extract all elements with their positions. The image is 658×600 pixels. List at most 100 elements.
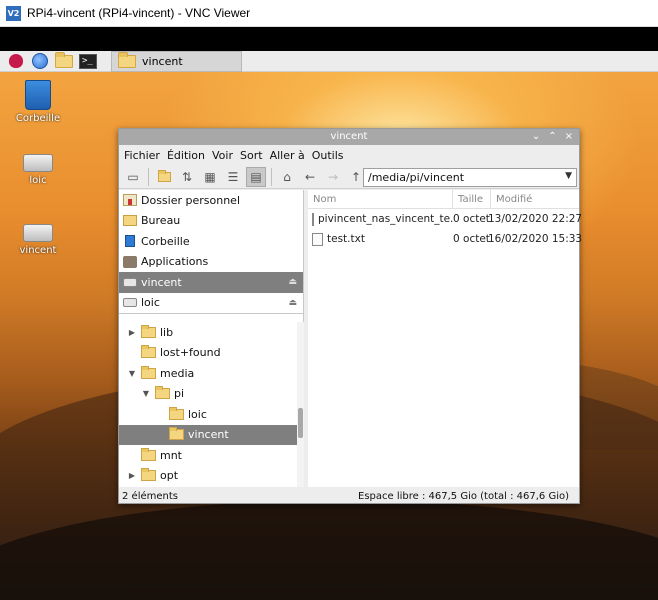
- terminal-icon[interactable]: >_: [78, 52, 98, 70]
- collapse-arrow-icon[interactable]: ▼: [127, 369, 137, 378]
- place-label: Dossier personnel: [141, 193, 241, 207]
- file-size: 0 octet: [453, 233, 490, 245]
- list-view-icon[interactable]: ☰: [223, 167, 243, 187]
- tree-item-label: loic: [188, 407, 207, 421]
- place-corbeille[interactable]: Corbeille: [119, 231, 303, 252]
- window-titlebar[interactable]: vincent ⌄ ⌃ ×: [119, 129, 579, 145]
- path-bar[interactable]: /media/pi/vincent ▼: [363, 168, 577, 187]
- eject-icon[interactable]: ⏏: [288, 277, 297, 287]
- tree-item-vincent[interactable]: vincent: [119, 424, 297, 445]
- vnc-toolbar-area: [0, 27, 658, 51]
- vnc-logo-icon: V2: [6, 5, 21, 21]
- menu-fichier[interactable]: Fichier: [124, 149, 160, 162]
- folder-icon: [118, 52, 136, 68]
- path-dropdown-icon[interactable]: ▼: [565, 171, 572, 181]
- home-folder-icon: [123, 194, 137, 207]
- tree-scrollbar[interactable]: [297, 322, 304, 487]
- drive-icon: [123, 298, 137, 308]
- sort-icon[interactable]: ⇅: [177, 167, 197, 187]
- menu-aller[interactable]: Aller à: [270, 149, 305, 162]
- drive-icon: [123, 277, 137, 287]
- place-label: Applications: [141, 255, 209, 269]
- folder-icon: [141, 324, 156, 338]
- taskbar: >_ vincent: [0, 51, 658, 72]
- desktop-folder-icon: [123, 215, 137, 227]
- taskbar-window-label: vincent: [142, 55, 183, 68]
- place-dossier-personnel[interactable]: Dossier personnel: [119, 190, 303, 211]
- back-arrow-icon[interactable]: ←: [300, 167, 320, 187]
- file-name: test.txt: [327, 233, 365, 245]
- tree-item-opt[interactable]: ▶ opt: [119, 466, 297, 487]
- tree-item-lost-found[interactable]: lost+found: [119, 343, 297, 364]
- sidebar-toggle-icon[interactable]: ▭: [123, 167, 143, 187]
- place-label: loic: [141, 296, 160, 310]
- icon-view-icon[interactable]: ▦: [200, 167, 220, 187]
- menu-voir[interactable]: Voir: [212, 149, 233, 162]
- file-list-pane: Nom Taille Modifié pivincent_nas_vincent…: [308, 189, 582, 487]
- detail-view-icon[interactable]: ▤: [246, 166, 266, 187]
- folder-icon: [141, 365, 156, 379]
- folder-icon: [141, 345, 156, 359]
- applications-icon: [123, 255, 137, 268]
- desktop-icon-vincent[interactable]: vincent: [8, 218, 68, 256]
- web-browser-icon[interactable]: [30, 52, 50, 70]
- tree-item-label: lib: [160, 325, 174, 339]
- file-manager-body: Dossier personnel Bureau Corbeille Appli…: [119, 189, 582, 487]
- menu-outils[interactable]: Outils: [312, 149, 344, 162]
- maximize-button[interactable]: ⌃: [548, 129, 556, 145]
- status-free-space: Espace libre : 467,5 Gio (total : 467,6 …: [358, 490, 569, 502]
- window-title: vincent: [330, 131, 368, 142]
- menu-bar: Fichier Édition Voir Sort Aller à Outils: [119, 145, 579, 165]
- desktop-icon-label: Corbeille: [15, 113, 61, 124]
- tree-item-label: lost+found: [160, 346, 221, 360]
- desktop-icon-trash[interactable]: Corbeille: [8, 80, 68, 124]
- menu-edition[interactable]: Édition: [167, 149, 205, 162]
- desktop-icon-label: loic: [29, 175, 47, 186]
- tree-item-mnt[interactable]: mnt: [119, 445, 297, 466]
- place-applications[interactable]: Applications: [119, 252, 303, 273]
- eject-icon[interactable]: ⏏: [288, 298, 297, 308]
- column-name[interactable]: Nom: [308, 189, 453, 209]
- tree-item-label: opt: [160, 469, 179, 483]
- tree-item-pi[interactable]: ▼ pi: [119, 384, 297, 405]
- file-size: 0 octet: [453, 213, 490, 225]
- forward-arrow-icon[interactable]: →: [323, 167, 343, 187]
- home-icon[interactable]: ⌂: [277, 167, 297, 187]
- file-icon: [312, 232, 323, 246]
- desktop-icon-loic[interactable]: loic: [8, 148, 68, 186]
- place-label: Bureau: [141, 214, 181, 228]
- place-loic[interactable]: loic ⏏: [119, 293, 303, 314]
- status-item-count: 2 éléments: [122, 490, 178, 502]
- place-vincent[interactable]: vincent ⏏: [119, 272, 303, 293]
- tree-item-label: pi: [174, 387, 185, 401]
- folder-icon: [141, 447, 156, 461]
- trash-icon: [25, 80, 51, 110]
- file-manager-window: vincent ⌄ ⌃ × Fichier Édition Voir Sort …: [118, 128, 582, 504]
- scrollbar-thumb[interactable]: [298, 408, 303, 438]
- minimize-button[interactable]: ⌄: [532, 129, 540, 145]
- vnc-titlebar: V2 RPi4-vincent (RPi4-vincent) - VNC Vie…: [0, 0, 658, 27]
- place-label: Corbeille: [141, 234, 190, 248]
- raspberry-menu-icon[interactable]: [6, 52, 26, 70]
- tree-item-media[interactable]: ▼ media: [119, 363, 297, 384]
- file-manager-icon[interactable]: [54, 51, 74, 70]
- column-header-row: Nom Taille Modifié: [308, 189, 579, 209]
- expand-arrow-icon[interactable]: ▶: [127, 328, 137, 337]
- collapse-arrow-icon[interactable]: ▼: [141, 389, 151, 398]
- menu-sort[interactable]: Sort: [240, 149, 263, 162]
- tree-item-lib[interactable]: ▶ lib: [119, 322, 297, 343]
- expand-arrow-icon[interactable]: ▶: [127, 471, 137, 480]
- path-text: /media/pi/vincent: [368, 171, 465, 184]
- place-bureau[interactable]: Bureau: [119, 211, 303, 232]
- side-pane: Dossier personnel Bureau Corbeille Appli…: [119, 190, 304, 487]
- place-label: vincent: [141, 275, 182, 289]
- desktop-icon-label: vincent: [19, 245, 57, 256]
- column-modified[interactable]: Modifié: [491, 190, 579, 209]
- file-row[interactable]: test.txt 0 octet 16/02/2020 15:33: [308, 229, 582, 249]
- new-folder-icon[interactable]: [154, 167, 174, 187]
- file-row[interactable]: pivincent_nas_vincent_te... 0 octet 13/0…: [308, 209, 582, 229]
- column-size[interactable]: Taille: [453, 189, 491, 209]
- taskbar-window-vincent[interactable]: vincent: [111, 51, 242, 72]
- tree-item-loic[interactable]: loic: [119, 404, 297, 425]
- close-button[interactable]: ×: [565, 129, 573, 145]
